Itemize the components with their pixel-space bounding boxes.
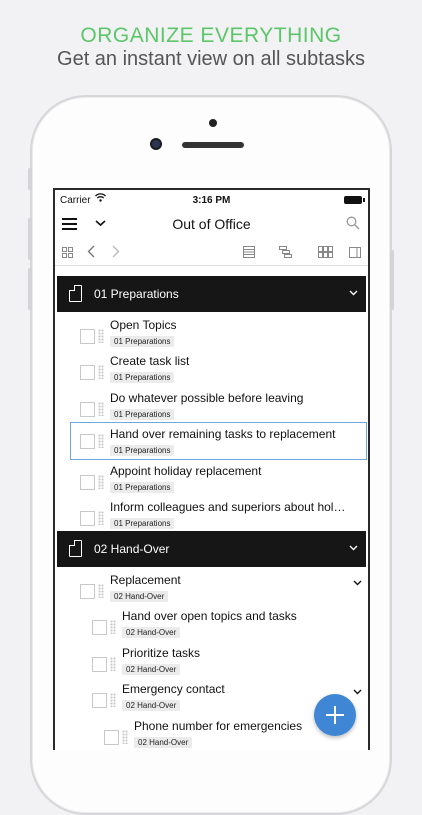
add-task-button[interactable]: [314, 694, 356, 736]
task-title: Hand over open topics and tasks: [122, 609, 297, 623]
mute-switch: [28, 168, 32, 190]
drag-handle-icon[interactable]: [110, 657, 116, 671]
task-tag: 01 Preparations: [110, 482, 175, 493]
task-row[interactable]: Do whatever possible before leaving 01 P…: [80, 389, 360, 425]
task-checkbox[interactable]: [80, 402, 95, 417]
task-title: Inform colleagues and superiors about ho…: [110, 500, 346, 514]
drag-handle-icon[interactable]: [98, 475, 104, 489]
promo-title: ORGANIZE EVERYTHING: [80, 24, 342, 47]
grid-small-icon[interactable]: [62, 246, 73, 261]
volume-up-button: [28, 218, 32, 260]
section-header-preparations[interactable]: 01 Preparations: [57, 276, 366, 312]
task-title: Create task list: [110, 354, 190, 368]
drag-handle-icon[interactable]: [122, 730, 128, 744]
drag-handle-icon[interactable]: [98, 402, 104, 416]
drag-handle-icon[interactable]: [98, 329, 104, 343]
chevron-down-icon[interactable]: [349, 287, 358, 299]
drag-handle-icon[interactable]: [98, 511, 104, 525]
battery-icon: [344, 196, 365, 204]
sidebar-panel-icon[interactable]: [349, 246, 361, 261]
task-title: Prioritize tasks: [122, 646, 201, 660]
earpiece-speaker: [182, 142, 244, 148]
list-view-icon[interactable]: [243, 246, 255, 261]
task-tag: 02 Hand-Over: [122, 664, 181, 675]
task-row-selected[interactable]: Hand over remaining tasks to replacement…: [70, 422, 367, 460]
task-title: Do whatever possible before leaving: [110, 391, 304, 405]
back-arrow-icon[interactable]: [87, 245, 95, 261]
task-tag: 02 Hand-Over: [122, 627, 181, 638]
app-screen: Carrier 3:16 PM Out of Office 01 Prepara…: [53, 188, 370, 750]
task-checkbox[interactable]: [92, 693, 107, 708]
status-bar: Carrier 3:16 PM: [55, 190, 368, 210]
chevron-down-icon[interactable]: [353, 577, 362, 589]
task-row[interactable]: Create task list 01 Preparations: [80, 352, 360, 388]
section-header-hand-over[interactable]: 02 Hand-Over: [57, 531, 366, 567]
front-camera: [150, 138, 162, 150]
task-row[interactable]: Replacement 02 Hand-Over: [80, 571, 365, 607]
chevron-down-icon[interactable]: [349, 542, 358, 554]
document-icon: [68, 539, 82, 557]
navigation-bar: Out of Office: [55, 210, 368, 238]
power-button: [390, 250, 394, 310]
task-tag: 01 Preparations: [110, 409, 175, 420]
drag-handle-icon[interactable]: [110, 693, 116, 707]
task-tag: 02 Hand-Over: [110, 591, 169, 602]
task-checkbox[interactable]: [80, 475, 95, 490]
task-checkbox[interactable]: [92, 620, 107, 635]
search-icon[interactable]: [346, 216, 360, 230]
task-title: Phone number for emergencies: [134, 719, 303, 733]
task-row[interactable]: Open Topics 01 Preparations: [80, 316, 360, 352]
task-title: Emergency contact: [122, 682, 225, 696]
task-title: Hand over remaining tasks to replacement: [110, 427, 336, 441]
hierarchy-view-icon[interactable]: [279, 246, 292, 261]
section-label: 01 Preparations: [94, 287, 179, 301]
task-row[interactable]: Hand over open topics and tasks 02 Hand-…: [92, 607, 362, 643]
page-title: Out of Office: [172, 216, 251, 232]
drag-handle-icon[interactable]: [110, 620, 116, 634]
drag-handle-icon[interactable]: [98, 434, 104, 448]
task-row[interactable]: Inform colleagues and superiors about ho…: [80, 498, 365, 534]
forward-arrow-icon[interactable]: [112, 245, 120, 261]
drag-handle-icon[interactable]: [98, 365, 104, 379]
task-checkbox[interactable]: [80, 584, 95, 599]
task-checkbox[interactable]: [80, 365, 95, 380]
proximity-sensor: [209, 119, 217, 127]
task-tag: 02 Hand-Over: [122, 700, 181, 711]
task-title: Replacement: [110, 573, 181, 587]
task-checkbox[interactable]: [80, 329, 95, 344]
promo-subtitle: Get an instant view on all subtasks: [57, 48, 365, 70]
board-view-icon[interactable]: [318, 246, 333, 261]
task-row[interactable]: Appoint holiday replacement 01 Preparati…: [80, 462, 360, 498]
task-tag: 01 Preparations: [110, 336, 175, 347]
task-title: Appoint holiday replacement: [110, 464, 262, 478]
task-tag: 01 Preparations: [110, 372, 175, 383]
task-tag: 02 Hand-Over: [134, 737, 193, 748]
volume-down-button: [28, 268, 32, 310]
status-time: 3:16 PM: [192, 195, 231, 206]
task-checkbox[interactable]: [104, 730, 119, 745]
document-icon: [68, 284, 82, 302]
task-tag: 01 Preparations: [110, 445, 175, 456]
task-title: Open Topics: [110, 318, 177, 332]
chevron-down-icon[interactable]: [353, 686, 362, 698]
task-checkbox[interactable]: [80, 434, 95, 449]
task-checkbox[interactable]: [80, 511, 95, 526]
section-label: 02 Hand-Over: [94, 542, 170, 556]
task-tag: 01 Preparations: [110, 518, 175, 529]
plus-icon: [326, 706, 344, 724]
view-toolbar: [55, 240, 368, 266]
task-checkbox[interactable]: [92, 657, 107, 672]
drag-handle-icon[interactable]: [98, 584, 104, 598]
task-row[interactable]: Prioritize tasks 02 Hand-Over: [92, 644, 362, 680]
